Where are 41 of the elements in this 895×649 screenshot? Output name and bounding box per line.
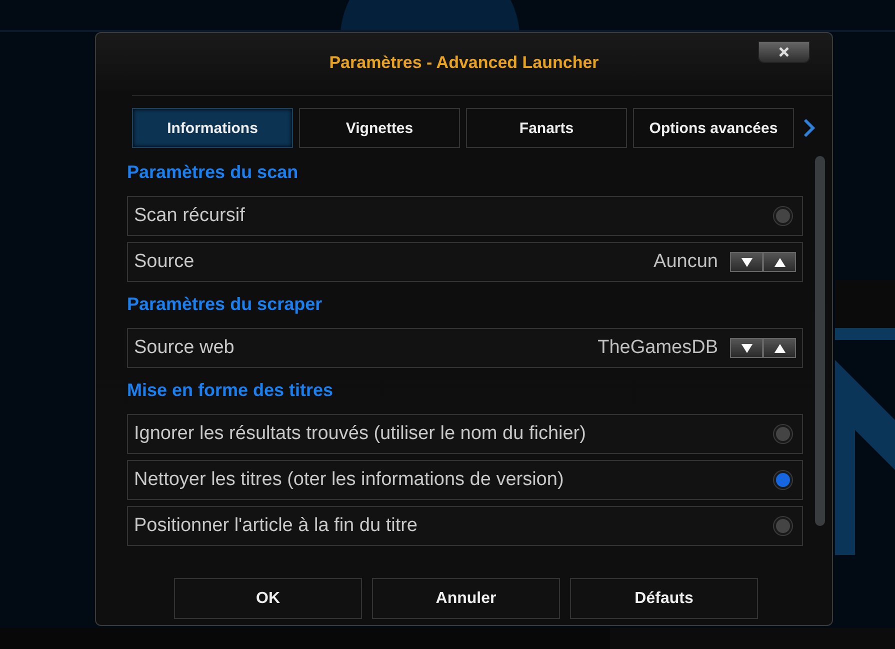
radio-indicator[interactable]	[774, 517, 792, 535]
chevron-right-icon[interactable]	[802, 118, 816, 138]
close-icon	[778, 46, 790, 58]
dialog-title: Paramètres - Advanced Launcher	[328, 53, 600, 73]
dialog-button[interactable]: OK	[174, 578, 362, 619]
setting-row[interactable]: Source Auncun	[127, 242, 803, 282]
dialog-button[interactable]: Annuler	[372, 578, 560, 619]
setting-label: Scan récursif	[134, 205, 245, 227]
triangle-up-icon	[774, 258, 786, 266]
triangle-down-icon	[740, 258, 752, 266]
section-heading: Mise en forme des titres	[127, 380, 334, 402]
triangle-down-icon	[740, 344, 752, 352]
setting-row[interactable]: Ignorer les résultats trouvés (utiliser le nom du fichier)	[127, 414, 803, 454]
tab[interactable]: Options avancées	[633, 108, 794, 148]
setting-label: Positionner l'article à la fin du titre	[134, 515, 418, 537]
scrollbar[interactable]	[815, 156, 825, 526]
tab[interactable]: Informations	[132, 108, 293, 148]
setting-value: Auncun	[654, 251, 718, 273]
close-button[interactable]	[758, 41, 810, 63]
setting-label: Source	[134, 251, 194, 273]
setting-row[interactable]: Positionner l'article à la fin du titre	[127, 506, 803, 546]
radio-indicator[interactable]	[774, 425, 792, 443]
dialog-button[interactable]: Défauts	[570, 578, 758, 619]
section-heading: Paramètres du scraper	[127, 294, 324, 316]
radio-indicator[interactable]	[774, 471, 792, 489]
section-heading: Paramètres du scan	[127, 162, 300, 184]
setting-row[interactable]: Nettoyer les titres (oter les informations de version)	[127, 460, 803, 500]
up-arrow-button[interactable]	[763, 338, 796, 358]
tab[interactable]: Vignettes	[299, 108, 460, 148]
down-arrow-button[interactable]	[730, 252, 763, 272]
setting-row[interactable]: Source web TheGamesDB	[127, 328, 803, 368]
triangle-up-icon	[774, 344, 786, 352]
setting-value: TheGamesDB	[598, 337, 718, 359]
setting-label: Source web	[134, 337, 234, 359]
setting-label: Nettoyer les titres (oter les informations de version)	[134, 469, 564, 491]
radio-indicator[interactable]	[774, 207, 792, 225]
setting-label: Ignorer les résultats trouvés (utiliser le nom du fichier)	[134, 423, 586, 445]
setting-row[interactable]: Scan récursif	[127, 196, 803, 236]
up-arrow-button[interactable]	[763, 252, 796, 272]
tab[interactable]: Fanarts	[466, 108, 627, 148]
down-arrow-button[interactable]	[730, 338, 763, 358]
